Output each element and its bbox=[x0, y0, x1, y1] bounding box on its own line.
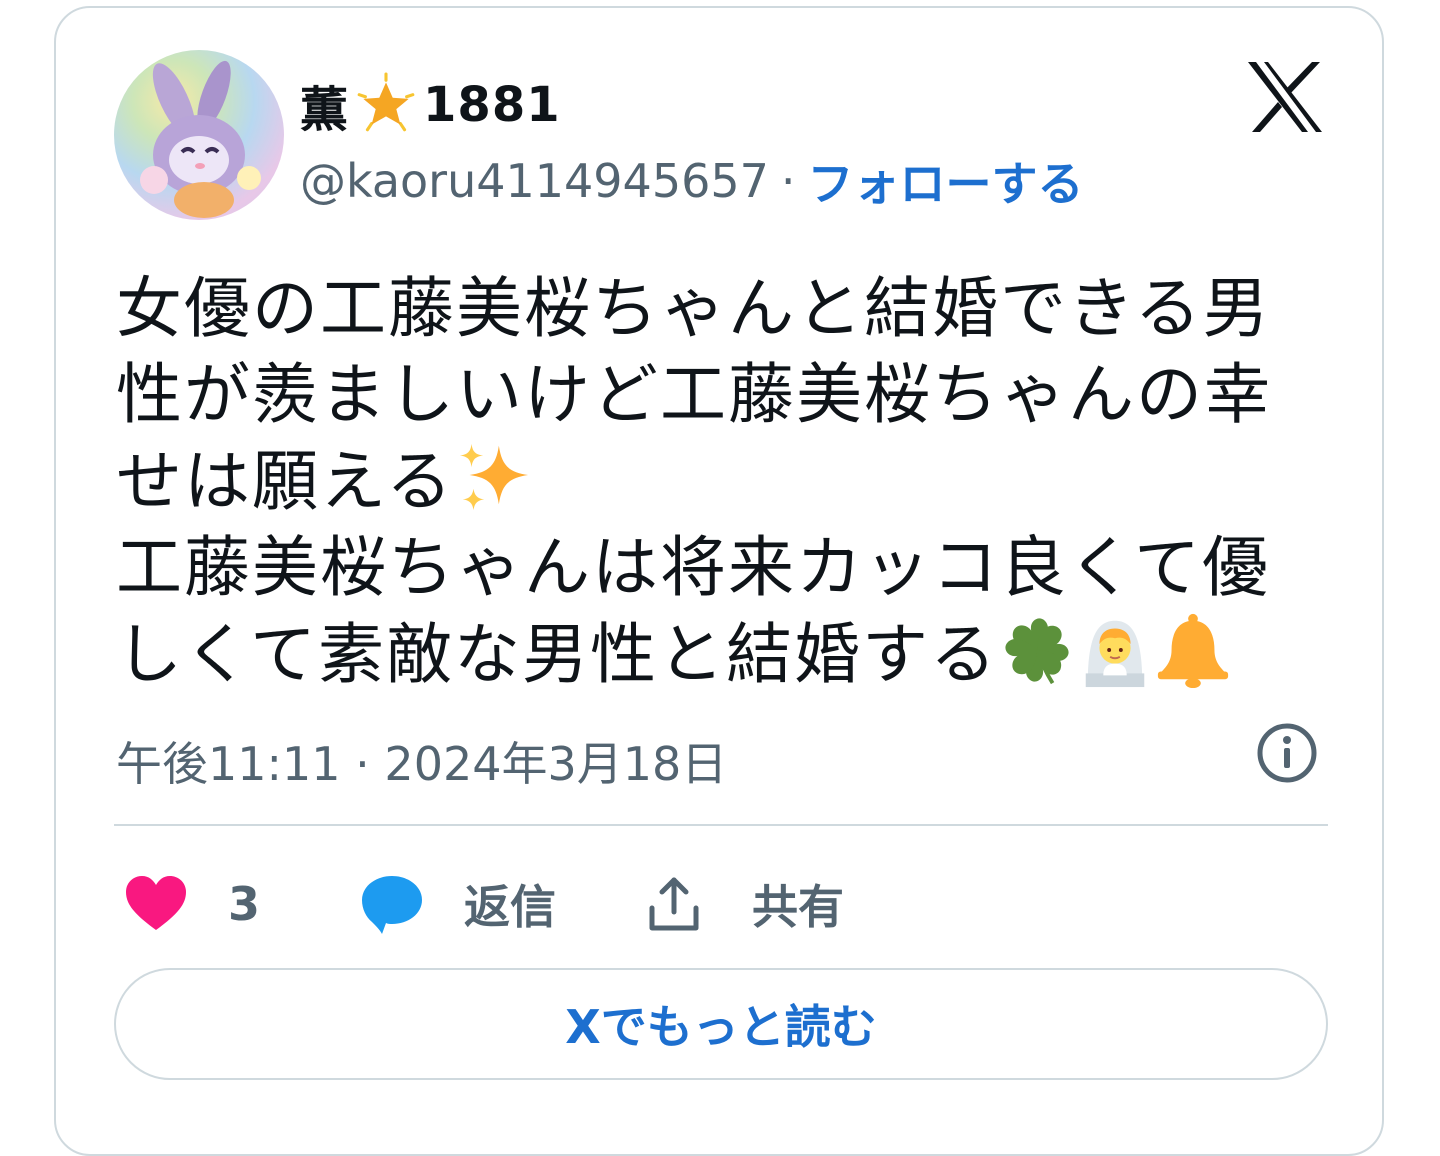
tweet-line: せは願える bbox=[116, 438, 1346, 525]
tweet-line: 女優の工藤美桜ちゃんと結婚できる男 bbox=[116, 270, 1271, 347]
display-name-suffix: 1881 bbox=[423, 77, 561, 133]
reply-button[interactable]: 返信 bbox=[360, 871, 556, 937]
handle[interactable]: @kaoru4114945657 bbox=[300, 154, 769, 208]
person-with-veil-icon bbox=[1085, 620, 1145, 688]
heart-icon bbox=[126, 876, 186, 930]
tweet-card: 薫 1881 @kaoru4114945657 · フォローする 女優の工藤美桜… bbox=[54, 6, 1384, 1156]
like-button[interactable]: 3 bbox=[124, 872, 260, 936]
display-name-text: 薫 bbox=[300, 82, 350, 138]
tweet-line-text: せは願える bbox=[116, 443, 455, 520]
tweet-line-text: 性が羨ましいけど工藤美桜ちゃんの幸 bbox=[116, 356, 1272, 433]
bell-icon bbox=[1157, 613, 1229, 689]
follow-button[interactable]: フォローする bbox=[808, 148, 1084, 214]
like-count: 3 bbox=[228, 877, 261, 931]
display-name[interactable]: 薫 1881 bbox=[300, 70, 561, 140]
x-logo-icon[interactable] bbox=[1246, 60, 1324, 134]
action-bar: 3 返信 共有 bbox=[124, 866, 844, 942]
divider bbox=[114, 824, 1328, 826]
reply-label: 返信 bbox=[464, 880, 557, 934]
star-icon bbox=[357, 72, 415, 132]
sparkles-icon bbox=[459, 443, 529, 511]
tweet-text: 女優の工藤美桜ちゃんと結婚できる男 性が羨ましいけど工藤美桜ちゃんの幸 せは願え… bbox=[116, 266, 1346, 698]
avatar[interactable] bbox=[114, 50, 284, 220]
four-leaf-clover-icon bbox=[1005, 618, 1069, 685]
handle-row: @kaoru4114945657 · フォローする bbox=[300, 148, 1084, 214]
timestamp[interactable]: 午後11:11 · 2024年3月18日 bbox=[116, 728, 727, 794]
read-more-button[interactable]: Xでもっと読む bbox=[114, 968, 1328, 1080]
tweet-line-text: しくて素敵な男性と結婚する bbox=[116, 616, 999, 693]
tweet-line: 工藤美桜ちゃんは将来カッコ良くて優 bbox=[116, 529, 1271, 606]
share-label: 共有 bbox=[752, 880, 845, 934]
tweet-line: しくて素敵な男性と結婚する bbox=[116, 611, 1346, 698]
share-icon bbox=[649, 877, 699, 931]
tweet-line: 性が羨ましいけど工藤美桜ちゃんの幸 bbox=[116, 352, 1346, 438]
share-button[interactable]: 共有 bbox=[642, 871, 844, 937]
separator-dot: · bbox=[780, 154, 796, 208]
speech-bubble-icon bbox=[362, 876, 423, 934]
info-icon[interactable] bbox=[1256, 722, 1318, 784]
